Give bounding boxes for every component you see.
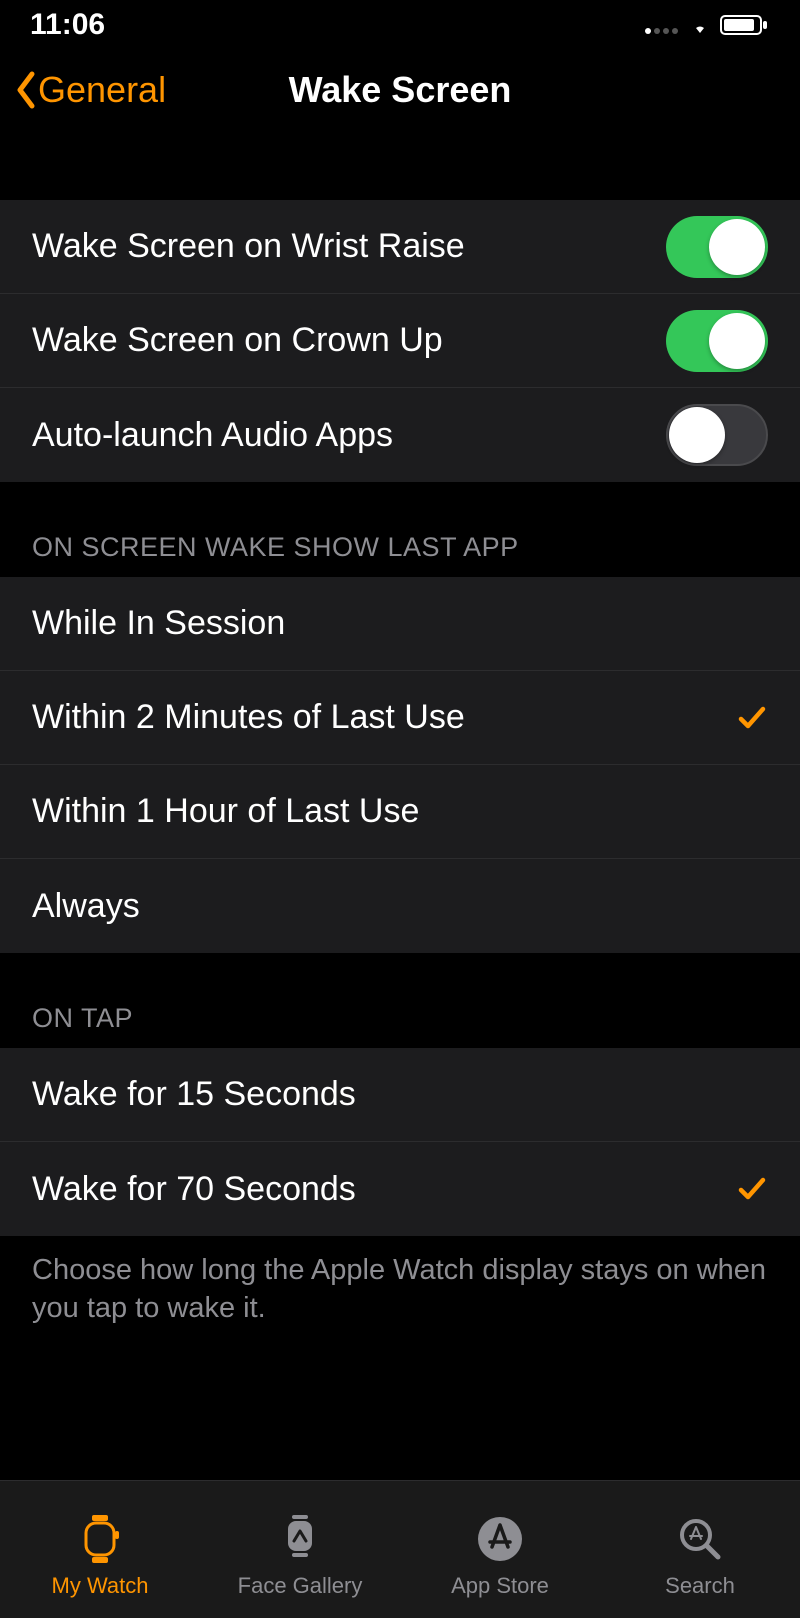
tab-bar: My Watch Face Gallery App Store: [0, 1480, 800, 1618]
on-tap-section: Wake for 15 Seconds Wake for 70 Seconds: [0, 1048, 800, 1236]
row-label: Wake Screen on Crown Up: [32, 321, 443, 360]
check-icon: [736, 702, 768, 734]
status-indicators: [644, 13, 770, 37]
option-wake-70[interactable]: Wake for 70 Seconds: [0, 1142, 800, 1236]
option-always[interactable]: Always: [0, 859, 800, 953]
option-while-in-session[interactable]: While In Session: [0, 577, 800, 671]
back-label: General: [38, 69, 166, 111]
row-label: Wake for 70 Seconds: [32, 1170, 356, 1209]
option-within-2-minutes[interactable]: Within 2 Minutes of Last Use: [0, 671, 800, 765]
search-icon: [674, 1513, 726, 1565]
wrist-raise-toggle[interactable]: [666, 216, 768, 278]
tab-face-gallery[interactable]: Face Gallery: [200, 1513, 400, 1599]
page-title: Wake Screen: [289, 69, 512, 111]
status-time: 11:06: [30, 8, 105, 42]
row-label: Wake Screen on Wrist Raise: [32, 227, 465, 266]
wifi-icon: [688, 15, 712, 35]
on-tap-footer: Choose how long the Apple Watch display …: [0, 1236, 800, 1343]
crown-up-toggle[interactable]: [666, 310, 768, 372]
row-label: Within 1 Hour of Last Use: [32, 792, 419, 831]
option-within-1-hour[interactable]: Within 1 Hour of Last Use: [0, 765, 800, 859]
last-app-header: ON SCREEN WAKE SHOW LAST APP: [0, 482, 800, 577]
tab-label: App Store: [451, 1573, 549, 1599]
back-button[interactable]: General: [14, 69, 166, 111]
tab-label: Search: [665, 1573, 735, 1599]
row-label: Auto-launch Audio Apps: [32, 416, 393, 455]
nav-bar: General Wake Screen: [0, 50, 800, 130]
signal-icon: [644, 15, 680, 35]
face-gallery-icon: [274, 1513, 326, 1565]
auto-launch-toggle[interactable]: [666, 404, 768, 466]
wrist-raise-row: Wake Screen on Wrist Raise: [0, 200, 800, 294]
battery-icon: [720, 13, 770, 37]
crown-up-row: Wake Screen on Crown Up: [0, 294, 800, 388]
option-wake-15[interactable]: Wake for 15 Seconds: [0, 1048, 800, 1142]
status-bar: 11:06: [0, 0, 800, 50]
row-label: Within 2 Minutes of Last Use: [32, 698, 465, 737]
last-app-section: While In Session Within 2 Minutes of Las…: [0, 577, 800, 953]
app-store-icon: [474, 1513, 526, 1565]
tab-app-store[interactable]: App Store: [400, 1513, 600, 1599]
check-icon: [736, 1173, 768, 1205]
tab-label: My Watch: [52, 1573, 149, 1599]
tab-search[interactable]: Search: [600, 1513, 800, 1599]
auto-launch-row: Auto-launch Audio Apps: [0, 388, 800, 482]
row-label: Wake for 15 Seconds: [32, 1075, 356, 1114]
on-tap-header: ON TAP: [0, 953, 800, 1048]
tab-my-watch[interactable]: My Watch: [0, 1513, 200, 1599]
chevron-left-icon: [14, 70, 36, 110]
row-label: While In Session: [32, 604, 285, 643]
watch-icon: [74, 1513, 126, 1565]
tab-label: Face Gallery: [238, 1573, 363, 1599]
row-label: Always: [32, 887, 140, 926]
toggles-section: Wake Screen on Wrist Raise Wake Screen o…: [0, 200, 800, 482]
